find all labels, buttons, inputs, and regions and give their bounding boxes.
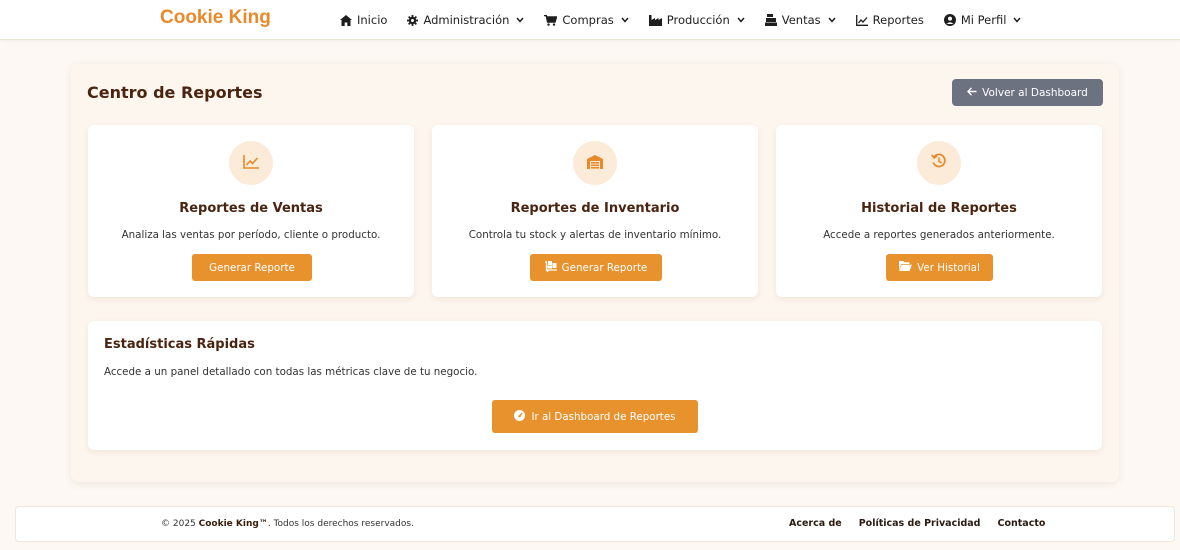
report-history-card: Historial de Reportes Accede a reportes … <box>776 125 1102 297</box>
icon-circle <box>229 141 273 185</box>
line-chart-icon <box>243 154 259 173</box>
nav-item-compras[interactable]: Compras <box>544 13 629 27</box>
home-icon <box>340 14 352 26</box>
generate-sales-report-button[interactable]: Generar Reporte <box>192 254 312 281</box>
brand-logo[interactable]: Cookie King <box>160 7 271 29</box>
quick-stats-panel: Estadísticas Rápidas Accede a un panel d… <box>88 321 1102 450</box>
view-history-button[interactable]: Ver Historial <box>886 254 993 281</box>
page-footer: © 2025 Cookie King™. Todos los derechos … <box>15 506 1175 542</box>
folder-open-icon <box>899 261 913 274</box>
generate-report-label: Generar Reporte <box>561 261 648 274</box>
warehouse-icon <box>587 154 603 173</box>
card-description: Analiza las ventas por período, cliente … <box>121 229 381 241</box>
cash-register-icon <box>764 14 777 26</box>
arrow-left-icon <box>967 86 977 99</box>
gauge-icon <box>514 409 526 424</box>
nav-label-inicio: Inicio <box>357 13 388 27</box>
copyright-brand: Cookie King™ <box>198 519 268 529</box>
card-description: Accede a reportes generados anteriorment… <box>823 229 1055 241</box>
card-title: Historial de Reportes <box>861 201 1017 216</box>
copyright-prefix: © 2025 <box>161 519 199 529</box>
reports-center-panel: Centro de Reportes Volver al Dashboard R… <box>71 64 1119 482</box>
dashboard-button-label: Ir al Dashboard de Reportes <box>531 410 676 423</box>
footer-link-contact[interactable]: Contacto <box>997 518 1045 529</box>
view-history-label: Ver Historial <box>917 261 980 274</box>
industry-icon <box>648 14 662 26</box>
line-chart-icon <box>855 14 868 26</box>
footer-links: Acerca de Políticas de Privacidad Contac… <box>789 518 1045 529</box>
stats-description: Accede a un panel detallado con todas la… <box>104 366 478 378</box>
user-circle-icon <box>943 14 956 26</box>
nav-item-administracion[interactable]: Administración <box>407 13 524 27</box>
inventory-report-card: Reportes de Inventario Controla tu stock… <box>432 125 758 297</box>
page-title: Centro de Reportes <box>87 83 263 102</box>
copyright-text: © 2025 Cookie King™. Todos los derechos … <box>161 519 414 529</box>
generate-inventory-report-button[interactable]: Generar Reporte <box>530 254 662 281</box>
icon-circle <box>917 141 961 185</box>
nav-item-ventas[interactable]: Ventas <box>764 13 836 27</box>
nav-item-inicio[interactable]: Inicio <box>340 13 387 27</box>
cart-icon <box>544 14 558 26</box>
nav-label-reportes: Reportes <box>872 13 924 27</box>
nav-label-compras: Compras <box>562 13 614 27</box>
nav-label-ventas: Ventas <box>781 13 821 27</box>
nav-label-administracion: Administración <box>423 13 510 27</box>
nav-item-produccion[interactable]: Producción <box>648 13 745 27</box>
chevron-down-icon <box>828 16 836 25</box>
back-to-dashboard-button[interactable]: Volver al Dashboard <box>952 79 1103 106</box>
card-description: Controla tu stock y alertas de inventari… <box>468 229 722 241</box>
chevron-down-icon <box>516 16 524 25</box>
copyright-suffix: . Todos los derechos reservados. <box>267 519 414 529</box>
card-title: Reportes de Inventario <box>510 201 680 216</box>
nav-links: Inicio Administración Compras Producción… <box>340 0 1021 40</box>
nav-item-reportes[interactable]: Reportes <box>855 13 924 27</box>
nav-item-mi-perfil[interactable]: Mi Perfil <box>943 13 1022 27</box>
chevron-down-icon <box>621 16 629 25</box>
icon-circle <box>573 141 617 185</box>
footer-link-about[interactable]: Acerca de <box>789 518 842 529</box>
dolly-boxes-icon <box>544 260 557 275</box>
history-icon <box>930 153 947 173</box>
back-button-label: Volver al Dashboard <box>982 86 1088 99</box>
top-navbar: Cookie King Inicio Administración Compra… <box>0 0 1180 40</box>
card-title: Reportes de Ventas <box>179 201 323 216</box>
gear-icon <box>407 14 419 26</box>
go-to-reports-dashboard-button[interactable]: Ir al Dashboard de Reportes <box>492 400 698 433</box>
footer-link-privacy[interactable]: Políticas de Privacidad <box>859 518 981 529</box>
chevron-down-icon <box>737 16 745 25</box>
nav-label-mi-perfil: Mi Perfil <box>960 13 1007 27</box>
nav-label-produccion: Producción <box>666 13 730 27</box>
chevron-down-icon <box>1013 16 1021 25</box>
report-cards: Reportes de Ventas Analiza las ventas po… <box>88 125 1102 297</box>
stats-title: Estadísticas Rápidas <box>104 337 255 352</box>
sales-report-card: Reportes de Ventas Analiza las ventas po… <box>88 125 414 297</box>
